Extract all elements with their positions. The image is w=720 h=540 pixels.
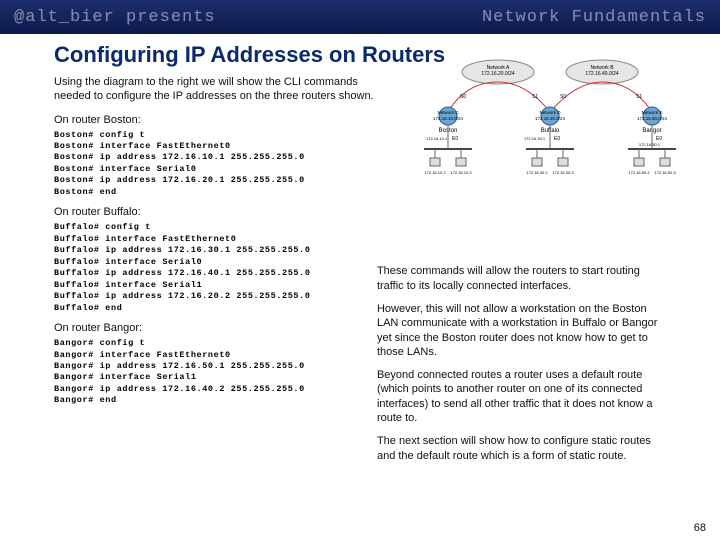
svg-text:172.16.10.3: 172.16.10.3 bbox=[450, 170, 472, 175]
svg-text:172.16.10.2: 172.16.10.2 bbox=[424, 170, 446, 175]
intro-text: Using the diagram to the right we will s… bbox=[54, 76, 374, 104]
workstation-icon: 172.16.10.2 172.16.10.3 bbox=[424, 149, 472, 175]
s1-label-2: S1 bbox=[636, 94, 642, 100]
svg-text:172.16.30.1: 172.16.30.1 bbox=[524, 136, 546, 141]
s1-label-1: S1 bbox=[532, 94, 538, 100]
section-bangor-cli: Bangor# config t Bangor# interface FastE… bbox=[54, 338, 351, 407]
explanation-column: These commands will allow the routers to… bbox=[377, 206, 666, 472]
paragraph-2: However, this will not allow a workstati… bbox=[377, 302, 666, 359]
svg-text:Network E172.16.50.0/24: Network E172.16.50.0/24 bbox=[637, 110, 668, 121]
svg-text:172.16.50.2: 172.16.50.2 bbox=[628, 170, 650, 175]
section-buffalo-label: On router Buffalo: bbox=[54, 206, 351, 218]
svg-text:172.16.50.3: 172.16.50.3 bbox=[654, 170, 676, 175]
paragraph-3: Beyond connected routes a router uses a … bbox=[377, 368, 666, 425]
section-bangor-label: On router Bangor: bbox=[54, 322, 351, 334]
s0-label-1: S0 bbox=[460, 94, 466, 100]
banner-right: Network Fundamentals bbox=[482, 8, 706, 27]
svg-text:E0: E0 bbox=[452, 136, 458, 142]
section-bangor: On router Bangor: Bangor# config t Bango… bbox=[54, 322, 351, 407]
workstation-icon: 172.16.30.2 172.16.30.3 bbox=[526, 149, 574, 175]
page-number: 68 bbox=[694, 522, 706, 534]
paragraph-4: The next section will show how to config… bbox=[377, 434, 666, 463]
svg-text:172.16.30.3: 172.16.30.3 bbox=[552, 170, 574, 175]
banner-left: @alt_bier presents bbox=[14, 8, 216, 27]
workstation-icon: 172.16.50.2 172.16.50.3 bbox=[628, 149, 676, 175]
svg-text:172.16.30.2: 172.16.30.2 bbox=[526, 170, 548, 175]
svg-text:E0: E0 bbox=[554, 136, 560, 142]
svg-text:Network C172.16.10.0/24: Network C172.16.10.0/24 bbox=[433, 110, 464, 121]
svg-text:172.16.50.1: 172.16.50.1 bbox=[639, 142, 661, 147]
s0-label-2: S0 bbox=[560, 94, 566, 100]
section-buffalo: On router Buffalo: Buffalo# config t Buf… bbox=[54, 206, 351, 314]
network-diagram: Network A172.16.20.0/24 Network B172.16.… bbox=[416, 54, 684, 184]
section-buffalo-cli: Buffalo# config t Buffalo# interface Fas… bbox=[54, 222, 351, 314]
paragraph-1: These commands will allow the routers to… bbox=[377, 264, 666, 293]
svg-text:Network D172.16.30.0/24: Network D172.16.30.0/24 bbox=[535, 110, 566, 121]
header-banner: @alt_bier presents Network Fundamentals bbox=[0, 0, 720, 34]
svg-text:172.16.10.1: 172.16.10.1 bbox=[426, 136, 448, 141]
